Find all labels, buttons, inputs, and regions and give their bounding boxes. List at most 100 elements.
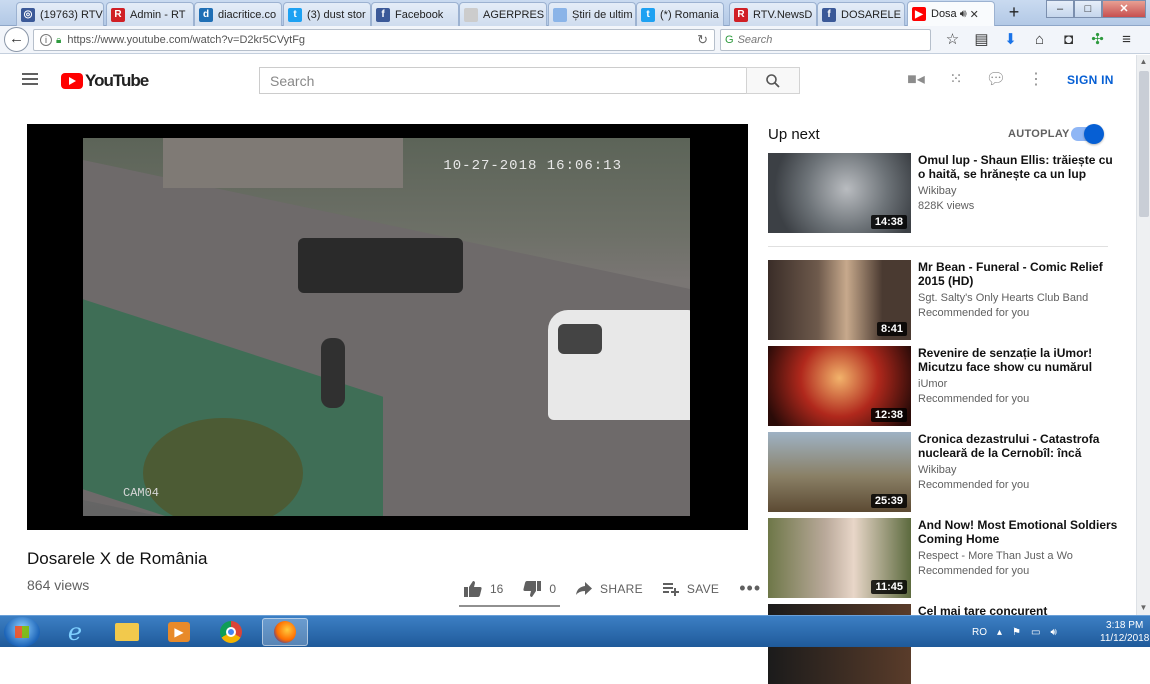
taskbar-media-player[interactable]: ▶ xyxy=(156,618,202,646)
search-engine-icon[interactable]: G xyxy=(725,34,734,46)
browser-tab[interactable]: f DOSARELE xyxy=(817,2,905,26)
system-tray: RO ▴ ⚑ ▭ 🔊︎ xyxy=(972,616,1067,648)
search-input[interactable]: Search xyxy=(259,67,747,94)
browser-tab[interactable]: R Admin - RT xyxy=(106,2,194,26)
close-tab-icon[interactable]: ✕ xyxy=(970,8,979,21)
recommended-video-card[interactable]: 14:38 Omul lup - Shaun Ellis: trăiește cu… xyxy=(768,153,1128,233)
messages-icon[interactable]: 💬︎ xyxy=(976,69,1016,89)
browser-tab[interactable]: f Facebook xyxy=(371,2,459,26)
flag-icon[interactable]: ⚑ xyxy=(1012,627,1021,638)
pocket-icon[interactable]: ◘ xyxy=(1054,30,1083,50)
recommended-video-card[interactable]: 25:39 Cronica dezastrului - Catastrofa nu… xyxy=(768,432,1128,512)
video-thumbnail[interactable]: 11:45 xyxy=(768,518,911,598)
scrollbar-thumb[interactable] xyxy=(1139,71,1149,217)
video-duration: 14:38 xyxy=(870,215,907,229)
language-indicator[interactable]: RO xyxy=(972,627,987,638)
video-thumbnail[interactable]: 8:41 xyxy=(768,260,911,340)
search-button[interactable] xyxy=(746,67,800,94)
taskbar-explorer[interactable] xyxy=(104,618,150,646)
page-scrollbar[interactable]: ▲ ▼ xyxy=(1136,55,1150,615)
youtube-logo[interactable]: YouTube xyxy=(61,71,149,91)
recommended-video-title[interactable]: Cronica dezastrului - Catastrofa nuclear… xyxy=(918,432,1118,460)
maximize-button[interactable]: □ xyxy=(1074,0,1102,18)
channel-name[interactable]: Respect - More Than Just a Wo xyxy=(918,550,1118,562)
browser-tab[interactable]: d diacritice.co xyxy=(194,2,282,26)
channel-name[interactable]: Wikibay xyxy=(918,185,1118,197)
browser-tab[interactable]: AGERPRES - xyxy=(459,2,547,26)
browser-tab[interactable]: ▶ Dosa 🔊︎ ✕ xyxy=(907,1,995,26)
info-icon[interactable]: i xyxy=(40,34,52,46)
browser-tab[interactable]: Știri de ultim xyxy=(548,2,636,26)
close-window-button[interactable]: ✕ xyxy=(1102,0,1146,18)
video-actions: 16 0 SHARE SAVE ••• xyxy=(464,578,781,599)
taskbar-firefox[interactable] xyxy=(262,618,308,646)
autoplay-toggle[interactable] xyxy=(1071,124,1104,144)
browser-tab[interactable]: R RTV.NewsD xyxy=(729,2,817,26)
dislike-button[interactable]: 0 xyxy=(523,580,557,597)
scroll-up-icon[interactable]: ▲ xyxy=(1137,55,1150,69)
downloads-icon[interactable]: ⬇ xyxy=(996,30,1025,50)
like-button[interactable]: 16 xyxy=(464,580,503,597)
dislike-count: 0 xyxy=(549,581,557,596)
globe-icon: ◎ xyxy=(21,7,35,22)
recommended-video-title[interactable]: Omul lup - Shaun Ellis: trăiește cu o ha… xyxy=(918,153,1118,181)
network-icon[interactable]: ▭ xyxy=(1031,627,1040,638)
browser-tab-strip: + – □ ✕ ◎ (19763) RTV R Admin - RT d diacriti… xyxy=(0,0,1150,26)
volume-icon[interactable]: 🔊︎ xyxy=(1050,627,1056,638)
new-tab-button[interactable]: + xyxy=(1003,2,1025,24)
video-thumbnail[interactable]: 12:38 xyxy=(768,346,911,426)
tab-audio-icon[interactable]: 🔊︎ xyxy=(960,8,967,21)
show-hidden-icons[interactable]: ▴ xyxy=(997,627,1002,638)
video-person xyxy=(321,338,345,408)
browser-tab[interactable]: t (*) Romania xyxy=(636,2,724,26)
facebook-icon: f xyxy=(376,7,390,22)
thumbs-up-icon xyxy=(464,580,482,597)
reload-icon[interactable]: ↻ xyxy=(697,32,708,48)
video-duration: 11:45 xyxy=(871,580,907,594)
save-button[interactable]: SAVE xyxy=(662,582,719,596)
browser-tab-label: Admin - RT xyxy=(130,8,186,21)
apps-grid-icon[interactable]: ⁙ xyxy=(936,69,976,89)
channel-name[interactable]: Wikibay xyxy=(918,464,1118,476)
minimize-button[interactable]: – xyxy=(1046,0,1074,18)
video-thumbnail[interactable]: 25:39 xyxy=(768,432,911,512)
video-thumbnail[interactable]: 14:38 xyxy=(768,153,911,233)
start-button[interactable] xyxy=(4,617,40,647)
channel-name[interactable]: Sgt. Salty's Only Hearts Club Band xyxy=(918,292,1118,304)
sign-in-button[interactable]: SIGN IN xyxy=(1067,73,1114,87)
like-ratio-bar xyxy=(459,605,560,607)
guide-menu-icon[interactable] xyxy=(22,73,38,85)
home-icon[interactable]: ⌂ xyxy=(1025,30,1054,50)
browser-tab[interactable]: ◎ (19763) RTV xyxy=(16,2,104,26)
taskbar-chrome[interactable] xyxy=(208,618,254,646)
browser-search-field[interactable]: G Search xyxy=(720,29,931,51)
lock-icon: 🔒︎ xyxy=(56,34,62,46)
more-options-icon[interactable]: ⋮ xyxy=(1016,69,1056,89)
taskbar-ie[interactable]: e xyxy=(52,618,98,646)
system-clock[interactable]: 3:18 PM 11/12/2018 xyxy=(1100,619,1149,645)
more-actions-button[interactable]: ••• xyxy=(739,578,761,599)
reading-list-icon[interactable]: ▤ xyxy=(967,30,996,50)
recommended-video-title[interactable]: And Now! Most Emotional Soldiers Coming … xyxy=(918,518,1118,546)
extension-icon[interactable]: ✣ xyxy=(1083,30,1112,50)
upload-video-icon[interactable]: ■◂ xyxy=(896,69,936,89)
url-text[interactable]: https://www.youtube.com/watch?v=D2kr5CVy… xyxy=(67,34,305,46)
browser-tab[interactable]: t (3) dust stor xyxy=(283,2,371,26)
browser-tab-label: Facebook xyxy=(395,8,444,21)
back-button[interactable]: ← xyxy=(4,27,29,52)
share-button[interactable]: SHARE xyxy=(576,581,643,596)
bookmark-star-icon[interactable]: ☆ xyxy=(938,30,967,50)
recommended-video-card[interactable]: 8:41 Mr Bean - Funeral - Comic Relief 201… xyxy=(768,260,1128,340)
scroll-down-icon[interactable]: ▼ xyxy=(1137,601,1150,615)
video-player[interactable]: 10-27-2018 16:06:13 CAM04 xyxy=(27,124,748,530)
rtv-icon: R xyxy=(734,7,748,22)
recommended-video-title[interactable]: Revenire de senzație la iUmor! Micutzu f… xyxy=(918,346,1118,374)
channel-name[interactable]: iUmor xyxy=(918,378,1118,390)
video-info: And Now! Most Emotional Soldiers Coming … xyxy=(918,518,1118,577)
recommended-video-title[interactable]: Mr Bean - Funeral - Comic Relief 2015 (H… xyxy=(918,260,1118,288)
hamburger-menu-icon[interactable]: ≡ xyxy=(1112,30,1141,50)
address-bar[interactable]: i 🔒︎ https://www.youtube.com/watch?v=D2k… xyxy=(33,29,715,51)
video-meta: Recommended for you xyxy=(918,479,1030,491)
recommended-video-card[interactable]: 12:38 Revenire de senzație la iUmor! Micu… xyxy=(768,346,1128,426)
recommended-video-card[interactable]: 11:45 And Now! Most Emotional Soldiers Co… xyxy=(768,518,1128,598)
